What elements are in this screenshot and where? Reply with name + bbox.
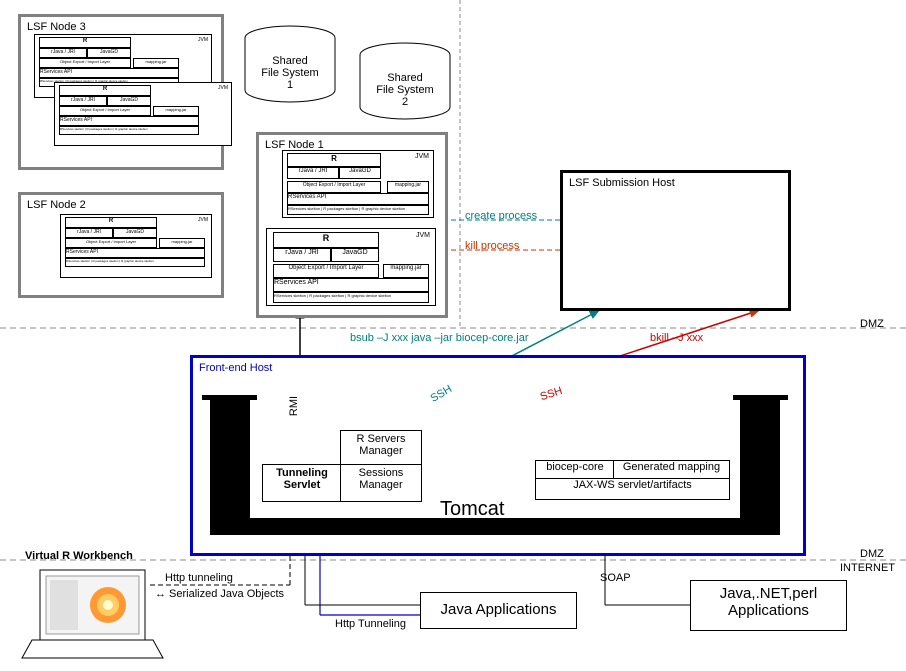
edge-create: create process [465,210,537,222]
edge-bkill: bkill –J xxx [650,332,703,344]
tomcat-lip-r [733,395,788,400]
zone-dmz-2: DMZ [860,548,884,560]
java-apps: Java Applications [420,592,577,629]
edge-soap: SOAP [600,572,631,584]
diagram-canvas: LSF Node 3 RJVMrJava / JRIJavaGDObject E… [0,0,906,671]
submission-title: LSF Submission Host [569,177,675,189]
tomcat-label: Tomcat [440,498,504,521]
biocep-core: biocep-core [535,460,615,480]
lsf3-jvm-b: RJVMrJava / JRIJavaGDObject Export / Imp… [54,82,232,146]
tunneling-servlet: Tunneling Servlet [262,464,342,502]
tomcat-left [210,400,250,535]
zone-dmz-1: DMZ [860,318,884,330]
edge-ser: ↔ Serialized Java Objects [155,588,284,600]
lsf3-title: LSF Node 3 [27,21,86,33]
laptop-icon [22,570,163,658]
jaxws-servlet: JAX-WS servlet/artifacts [535,478,730,500]
lsf1-jvm-a: R JVM rJava / JRI JavaGD Object Export /… [282,150,434,218]
lsf2-jvm: RJVMrJava / JRIJavaGDObject Export / Imp… [60,214,212,278]
vrw-title: Virtual R Workbench [25,550,133,562]
tomcat-lip-l [202,395,257,400]
edge-rmi: RMI [288,396,300,416]
edge-kill: kill process [465,240,519,252]
sfs2-label: Shared File System 2 [375,72,435,108]
multi-apps: Java,.NET,perl Applications [690,580,847,631]
tomcat-right [740,400,780,535]
r-servers-manager: R Servers Manager [340,430,422,468]
sfs1-label: Shared File System 1 [260,55,320,91]
sessions-manager: Sessions Manager [340,464,422,502]
frontend-title: Front-end Host [199,362,272,374]
edge-http: Http tunneling [165,572,233,584]
edge-http2: Http Tunneling [335,618,406,630]
edge-bsub: bsub –J xxx java –jar biocep-core.jar [350,332,529,344]
zone-internet: INTERNET [840,562,895,574]
lsf1-jvm-b: R JVM rJava / JRI JavaGD Object Export /… [266,228,436,306]
generated-mapping: Generated mapping [613,460,730,480]
lsf-submission-host: LSF Submission Host [560,170,791,311]
lsf2-title: LSF Node 2 [27,199,86,211]
